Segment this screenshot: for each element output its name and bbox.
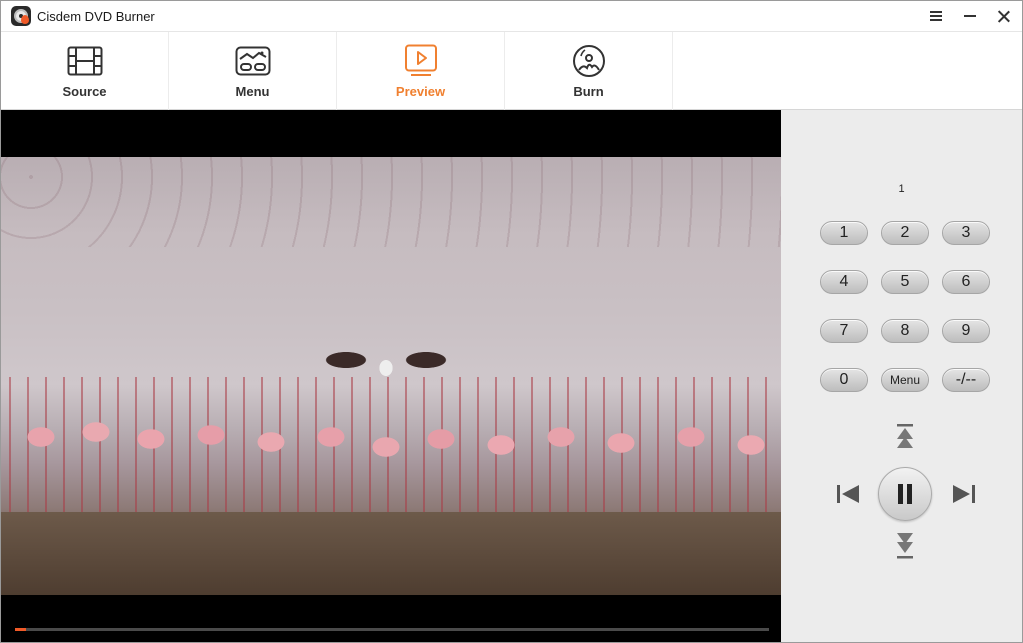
progress-bar[interactable] <box>15 628 769 631</box>
main-toolbar: Source Menu Preview Burn <box>1 31 1022 110</box>
window-title: Cisdem DVD Burner <box>37 9 155 24</box>
close-icon <box>998 10 1010 22</box>
key-0[interactable]: 0 <box>820 368 868 392</box>
hamburger-icon <box>930 11 942 21</box>
remote-control-panel: 1 1 2 3 4 5 6 7 8 9 0 Menu -/-- <box>781 110 1022 642</box>
key-1[interactable]: 1 <box>820 221 868 245</box>
previous-icon <box>837 485 859 503</box>
app-logo-icon <box>11 6 31 26</box>
film-strip-icon <box>67 44 103 78</box>
disc-burn-icon <box>571 44 607 78</box>
minimize-icon <box>964 15 976 17</box>
key-3[interactable]: 3 <box>942 221 990 245</box>
video-preview[interactable] <box>1 110 781 642</box>
key-7[interactable]: 7 <box>820 319 868 343</box>
key-2[interactable]: 2 <box>881 221 929 245</box>
tab-preview-label: Preview <box>395 84 446 99</box>
tab-burn[interactable]: Burn <box>505 32 673 110</box>
next-button[interactable] <box>949 480 979 508</box>
tab-source-label: Source <box>62 84 107 99</box>
play-screen-icon <box>403 44 439 78</box>
progress-fill <box>15 628 27 631</box>
previous-button[interactable] <box>833 480 863 508</box>
tab-burn-label: Burn <box>573 84 604 99</box>
down-arrow-icon <box>897 533 913 559</box>
tab-menu-label: Menu <box>235 84 270 99</box>
app-window: Cisdem DVD Burner Source Menu Preview Bu… <box>0 0 1023 643</box>
key-4[interactable]: 4 <box>820 270 868 294</box>
close-button[interactable] <box>987 1 1021 31</box>
menu-key[interactable]: Menu <box>881 368 929 392</box>
pause-icon <box>898 484 912 504</box>
digit-toggle-key[interactable]: -/-- <box>942 368 990 392</box>
chapter-display: 1 <box>898 183 905 195</box>
title-bar: Cisdem DVD Burner <box>1 1 1022 31</box>
key-8[interactable]: 8 <box>881 319 929 343</box>
key-9[interactable]: 9 <box>942 319 990 343</box>
key-5[interactable]: 5 <box>881 270 929 294</box>
tab-source[interactable]: Source <box>1 32 169 110</box>
next-icon <box>953 485 975 503</box>
down-arrow-button[interactable] <box>893 530 917 562</box>
minimize-button[interactable] <box>953 1 987 31</box>
menu-layout-icon <box>235 44 271 78</box>
up-arrow-button[interactable] <box>893 423 917 453</box>
key-6[interactable]: 6 <box>942 270 990 294</box>
tab-preview[interactable]: Preview <box>337 32 505 110</box>
hamburger-menu-button[interactable] <box>919 1 953 31</box>
pause-button[interactable] <box>878 467 932 521</box>
tab-menu[interactable]: Menu <box>169 32 337 110</box>
up-arrow-icon <box>897 424 913 448</box>
video-frame <box>1 157 781 595</box>
